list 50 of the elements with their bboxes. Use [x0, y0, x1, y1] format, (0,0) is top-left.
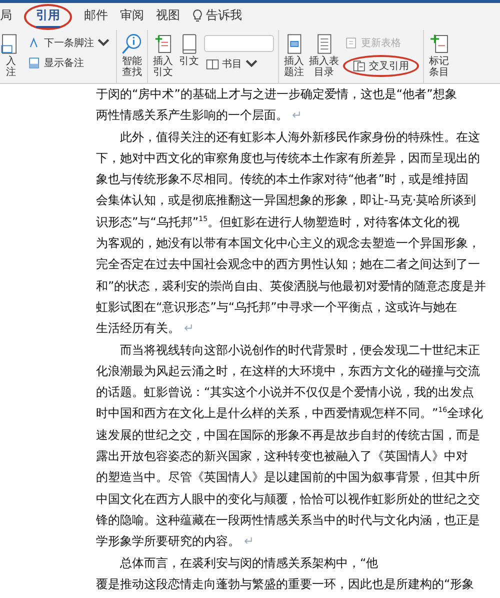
text-line: 下，她对中西文化的审察角度也与传统本土作家有所差异，因而呈现出的	[96, 150, 480, 165]
text-line: 中国文化在西方人眼中的变化与颠覆，恰恰可以视作虹影所处的世纪之交	[96, 492, 480, 506]
text-line: 学形象学所要研究的内容。	[96, 534, 240, 548]
text-line: 速发展的世纪之交，中国在国际的形象不再是故步自封的传统古国，而是	[96, 428, 480, 442]
ribbon-tab[interactable]: 视图	[156, 6, 180, 28]
ribbon-button[interactable]: 下一条脚注	[26, 35, 112, 51]
text-line: 覆是推动这段恋情走向蓬勃与繁盛的重要一环，因此也是所建构的“形象	[96, 576, 474, 591]
paragraph-mark: ↵	[184, 321, 194, 336]
text-line: 化浪潮最为风起云涌之时，在这样的大环境中，东西方文化的碰撞与交流	[96, 364, 480, 378]
ribbon-button[interactable]: 显示备注	[26, 55, 86, 71]
text-line: 露出开放包容姿态的新兴国家，这种转变也被融入了《英国情人》中对	[96, 449, 468, 464]
ribbon-button[interactable]: 智能 查找	[121, 32, 143, 78]
text-line: 于闵的“房中术”的基础上才与之进一步确定爱情，这也是“他者”想象	[96, 87, 457, 101]
text-line: 为客观的，她没有以带有本国文化中心主义的观念去塑造一个异国形象，	[96, 236, 480, 250]
ribbon-tab[interactable]: 邮件	[84, 6, 108, 28]
ribbon-tab[interactable]: 审阅	[120, 6, 144, 28]
table-icon	[345, 36, 358, 50]
ribbon-button[interactable]: 引文	[178, 32, 200, 67]
text-line: 两性情感关系产生影响的一个层面。	[96, 108, 288, 122]
ribbon-button[interactable]: 标记 条目	[428, 32, 450, 78]
paragraph-mark: ↵	[292, 108, 302, 122]
ribbon-tab[interactable]: 告诉我	[192, 6, 242, 28]
ribbon-button[interactable]: 书目	[204, 56, 260, 72]
ribbon-button[interactable]: 插入 题注	[283, 32, 305, 78]
style-dropdown[interactable]	[204, 35, 274, 52]
text-line: 完全否定在过去中国社会观念中的西方男性认知；她在二者之间达到了一	[96, 257, 480, 272]
ribbon-button[interactable]: 交叉引用	[351, 58, 411, 74]
ribbon-button[interactable]: 入 注	[0, 32, 22, 78]
ribbon-button[interactable]: 插入表 目录	[309, 32, 339, 78]
text-line: 生活经历有关。	[96, 321, 180, 336]
cross-reference-icon	[353, 59, 366, 73]
text-line: 象也与传统形象不尽相同。传统的本土作家对待“他者”时，或是维持固	[96, 172, 468, 186]
text-line: 锋的隐喻。这种蕴藏在一段两性情感关系当中的时代与文化内涵，也正是	[96, 512, 480, 527]
text-line: 而当将视线转向这部小说创作的时代背景时，便会发现二十世纪末正	[119, 342, 480, 357]
ribbon-button[interactable]: 插入 引文	[152, 32, 174, 78]
note-icon	[28, 56, 41, 70]
text-line: 虹影试图在“意识形态”与“乌托邦”中寻求一个平衡点，这或许与她在	[96, 300, 457, 314]
paragraph-mark: ↵	[244, 534, 254, 548]
text-line: 总体而言，在裘利安与闵的情感关系架构中，“他	[119, 556, 378, 570]
text-line: 识形态”与“乌托邦”$^{15}$。但虹影在进行人物塑造时，对待客体文化的视	[96, 214, 460, 229]
lightbulb-icon	[192, 8, 203, 22]
text-line: 的话题。虹影曾说：“其实这个小说并不仅仅是个爱情小说，我的出发点	[96, 385, 474, 400]
text-line: 此外，值得关注的还有虹影本人海外新移民作家身份的特殊性。在这	[119, 130, 480, 144]
text-line: 和”的状态，裘利安的崇尚自由、英俊洒脱与他最初对爱情的随意态度是并	[96, 278, 486, 293]
ribbon-tab[interactable]: 局	[0, 6, 12, 28]
text-line: 的塑造当中。尽管《英国情人》是以建国前的中国为叙事背景，但其中所	[96, 470, 480, 484]
ribbon-tab[interactable]: 引用	[36, 6, 60, 28]
bibliography-icon	[206, 57, 219, 71]
text-line: 时中国和西方在文化上是什么样的关系，中西爱情观怎样不同。”$^{16}$全球化	[96, 406, 484, 420]
text-line: 会集体认知，或是彻底推翻这一异国想象的形象，即让-马克·莫哈所谈到	[96, 193, 476, 208]
